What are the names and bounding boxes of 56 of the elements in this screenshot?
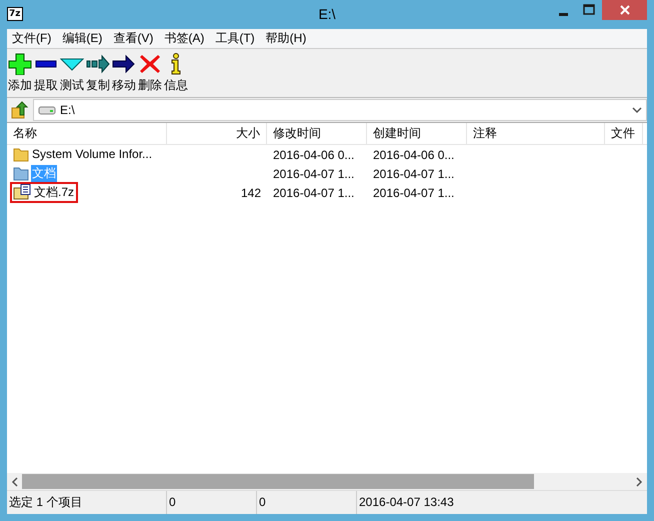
arrow-icon [112,53,136,75]
column-header[interactable]: 修改时间 [267,123,367,144]
menu-item[interactable]: 编辑(E) [57,30,108,47]
created-time: 2016-04-07 1... [373,186,454,200]
app-logo-icon: 7z [7,7,23,21]
column-header[interactable]: 文件 [605,123,643,144]
folder-icon [13,165,29,182]
file-name: System Volume Infor... [31,147,154,161]
scroll-left-icon [10,476,20,486]
folder-icon [13,146,29,162]
toolbar-button[interactable]: 测试 [59,53,85,94]
menu-item[interactable]: 帮助(H) [260,30,312,47]
column-header[interactable]: 大小 [167,123,267,144]
up-folder-icon [11,101,29,119]
modified-time: 2016-04-06 0... [273,148,354,162]
created-time: 2016-04-06 0... [373,148,454,162]
dashed-arrow-icon [86,53,110,75]
maximize-icon [583,4,595,16]
dropdown-caret-icon [632,106,642,114]
archive-file-icon [13,184,31,200]
column-header[interactable]: 创建时间 [367,123,467,144]
column-header[interactable]: 名称 [7,123,167,144]
window-title: E:\ [318,6,336,22]
file-size: 142 [240,186,261,200]
file-entry[interactable]: System Volume Infor... [10,144,156,164]
cross-icon [138,53,162,75]
address-field[interactable]: E:\ [33,99,647,121]
drive-icon [38,104,56,116]
toolbar-button[interactable]: 复制 [85,53,111,94]
scrollbar-thumb[interactable] [22,474,534,489]
status-text: 2016-04-07 13:43 [358,494,455,511]
status-text: 0 [167,491,257,514]
toolbar-button[interactable]: 提取 [33,53,59,94]
toolbar-button[interactable]: 信息 [163,53,189,94]
minimize-icon [558,12,568,16]
scroll-right-icon [634,476,644,486]
file-entry[interactable]: 文档.7z [10,182,78,203]
modified-time: 2016-04-07 1... [273,186,354,200]
toolbar-button[interactable]: 删除 [137,53,163,94]
close-icon [618,4,630,16]
file-name: 文档.7z [33,184,76,201]
created-time: 2016-04-07 1... [373,166,454,180]
plus-icon [8,53,32,75]
menu-item[interactable]: 工具(T) [210,30,261,47]
horizontal-scrollbar[interactable] [7,473,647,490]
file-name: 文档 [31,164,57,182]
menu-item[interactable]: 文件(F) [7,30,58,47]
toolbar-button[interactable]: 移动 [111,53,137,94]
close-button[interactable] [602,0,647,20]
status-text: 选定 1 个项目 [7,491,167,514]
menu-item[interactable]: 书签(A) [159,30,210,47]
toolbar-button[interactable]: 添加 [7,53,33,94]
status-text: 0 [257,491,357,514]
modified-time: 2016-04-07 1... [273,166,354,180]
menu-item[interactable]: 查看(V) [108,30,160,47]
column-header[interactable]: 注释 [467,123,605,144]
